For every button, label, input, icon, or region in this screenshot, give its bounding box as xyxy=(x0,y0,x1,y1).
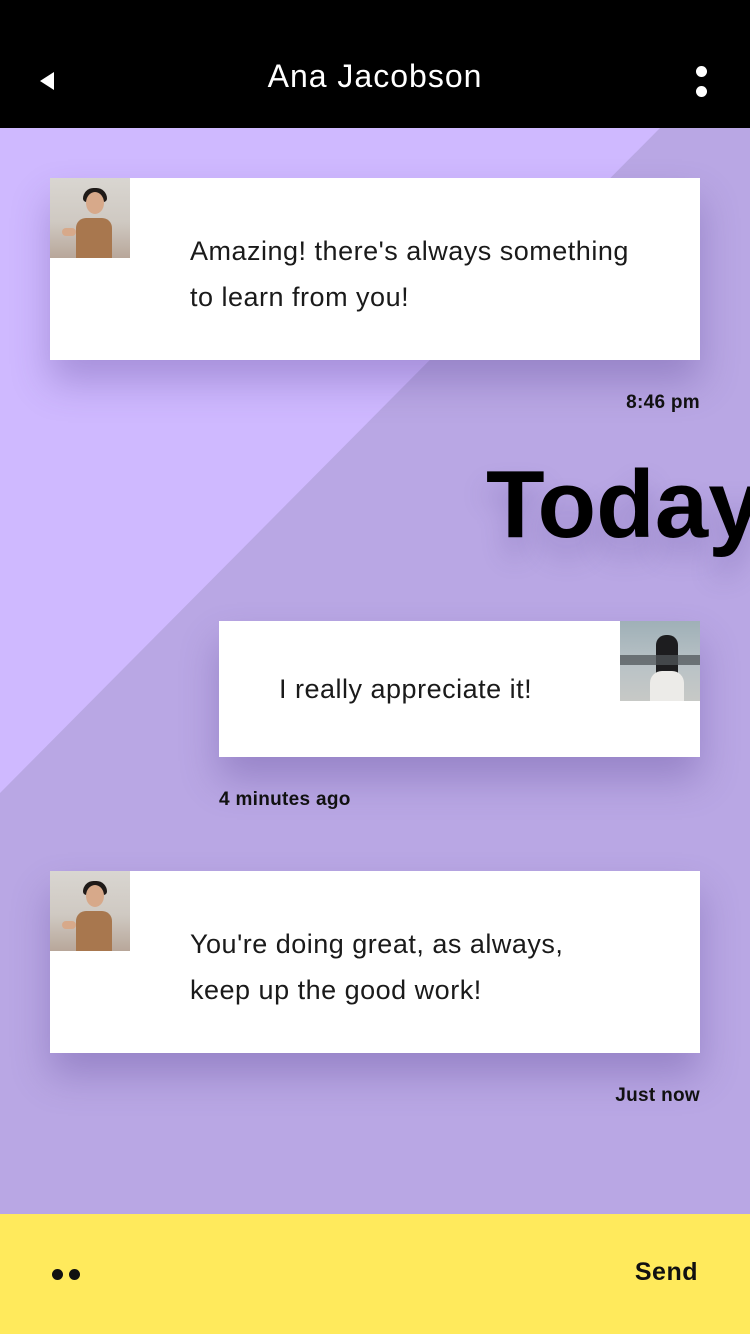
message-timestamp: Just now xyxy=(615,1085,700,1106)
message-timestamp: 4 minutes ago xyxy=(219,789,351,810)
more-vertical-icon-dot xyxy=(696,86,707,97)
contact-avatar xyxy=(50,871,130,951)
date-divider-today: Today xyxy=(486,451,750,558)
message-text: I really appreciate it! xyxy=(279,674,533,704)
send-button[interactable]: Send xyxy=(635,1258,698,1287)
message-text: You're doing great, as always, keep up t… xyxy=(190,929,564,1005)
contact-name-title: Ana Jacobson xyxy=(267,58,483,94)
more-vertical-icon xyxy=(696,66,707,77)
message-bubble-sent[interactable]: I really appreciate it! xyxy=(219,621,700,757)
top-bar: Ana Jacobson xyxy=(0,0,750,128)
contact-avatar xyxy=(50,178,130,258)
message-timestamp: 8:46 pm xyxy=(626,392,700,413)
message-text: Amazing! there's always something to lea… xyxy=(190,236,629,312)
user-avatar xyxy=(620,621,700,701)
emoji-dots-icon-dot xyxy=(69,1269,80,1280)
emoji-button[interactable] xyxy=(48,1264,88,1286)
emoji-dots-icon xyxy=(52,1269,63,1280)
more-options-button[interactable] xyxy=(690,66,714,100)
message-bubble-received[interactable]: You're doing great, as always, keep up t… xyxy=(50,871,700,1053)
message-bubble-received[interactable]: Amazing! there's always something to lea… xyxy=(50,178,700,360)
composer-bar: Send xyxy=(0,1214,750,1334)
